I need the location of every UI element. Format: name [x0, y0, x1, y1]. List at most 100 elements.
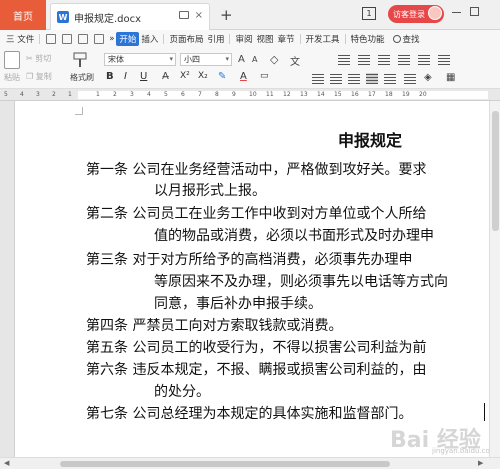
tab-chapter[interactable]: 章节 [276, 33, 297, 45]
highlight-icon[interactable]: ✎ [218, 71, 226, 82]
horizontal-scroll-thumb[interactable] [60, 461, 390, 467]
vertical-scrollbar[interactable] [489, 101, 500, 457]
subscript-icon[interactable]: X₂ [198, 71, 208, 81]
ruler-tick-label: 9 [232, 91, 236, 98]
paragraph-line[interactable]: 第六条 违反本规定，不报、瞒报或损害公司利益的，由 [86, 360, 426, 380]
minimize-icon[interactable] [452, 12, 461, 13]
new-doc-icon[interactable] [46, 33, 57, 44]
line-spacing-icon[interactable] [404, 73, 416, 83]
paragraph-line[interactable]: 第一条 公司在业务经营活动中，严格做到攻好关。要求 [86, 160, 426, 180]
new-tab-button[interactable]: + [220, 6, 233, 24]
justify-icon[interactable] [366, 73, 378, 83]
shrink-font-button[interactable]: A [252, 55, 257, 64]
file-menu[interactable]: 三 文件 [4, 33, 36, 45]
tab-references[interactable]: 引用 [205, 33, 226, 45]
save-icon[interactable] [78, 33, 89, 44]
paragraph-line[interactable]: 的处分。 [154, 382, 210, 402]
ruler-tick-label: 19 [402, 91, 410, 98]
paragraph-line[interactable]: 等原因来不及办理，则必须事先以电话等方式向 [154, 272, 448, 292]
superscript-icon[interactable]: X² [180, 71, 190, 81]
align-center-icon[interactable] [330, 73, 342, 83]
scroll-right-icon[interactable]: ▶ [478, 459, 483, 467]
document-title[interactable]: 申报规定 [338, 127, 402, 151]
ruler-tick-label: 1 [96, 91, 100, 98]
word-doc-icon: W [57, 11, 69, 23]
page-indicator[interactable]: 1 [362, 7, 376, 20]
paragraph-line[interactable]: 值的物品或消费，必须以书面形式及时办理申 [154, 226, 434, 246]
paragraph-line[interactable]: 第五条 公司员工的收受行为，不得以损害公司利益为前 [86, 338, 426, 358]
font-size-select[interactable]: 小四 ▾ [180, 53, 232, 66]
font-name-select[interactable]: 宋体 ▾ [104, 53, 176, 66]
paste-label[interactable]: 粘贴 [4, 72, 20, 83]
avatar[interactable] [428, 6, 442, 20]
strikethrough-icon[interactable]: A̶ [162, 71, 169, 82]
menu-divider [39, 33, 41, 44]
font-color-button[interactable]: A [240, 71, 247, 82]
paste-icon[interactable] [4, 51, 20, 69]
scroll-left-icon[interactable]: ◀ [4, 459, 9, 467]
font-name-value: 宋体 [108, 55, 124, 64]
search-label: 查找 [402, 34, 420, 45]
paragraph-line[interactable]: 同意，事后补办申报手续。 [154, 294, 322, 314]
ruler-tick-label: 5 [164, 91, 168, 98]
grow-font-button[interactable]: A [238, 54, 245, 65]
home-tab[interactable]: 首页 [0, 0, 46, 30]
align-left-icon[interactable] [312, 73, 324, 83]
show-marks-icon[interactable] [438, 54, 450, 64]
paragraph-line[interactable]: 第三条 对于对方所给予的高档消费，必须事先办理申 [86, 250, 412, 270]
ruler-tick-label: 14 [317, 91, 325, 98]
ruler[interactable]: 5 4 3 2 1 1 2 3 4 5 6 7 8 9 10 11 12 13 … [0, 89, 500, 101]
chevron-down-icon: ▾ [225, 55, 229, 63]
char-shading-icon[interactable]: ▭ [260, 71, 269, 81]
tab-insert[interactable]: 插入 [139, 33, 160, 45]
menu-divider [229, 33, 231, 44]
align-right-icon[interactable] [348, 73, 360, 83]
ruler-tick-label: 15 [334, 91, 342, 98]
monitor-icon[interactable] [179, 11, 189, 19]
italic-button[interactable]: I [124, 71, 127, 82]
paragraph-line[interactable]: 第二条 公司员工在业务工作中收到对方单位或个人所给 [86, 204, 426, 224]
borders-icon[interactable]: ▦ [446, 72, 455, 83]
overflow-menu[interactable]: » [107, 34, 116, 44]
menu-bar: 三 文件 » 开始 插入 页面布局 引用 审阅 视图 章节 开发工具 特色功能 … [0, 30, 500, 47]
chevron-down-icon: ▾ [169, 55, 173, 63]
increase-indent-icon[interactable] [398, 54, 410, 64]
paragraph-line[interactable]: 第四条 严禁员工向对方索取钱款或消费。 [86, 316, 342, 336]
open-icon[interactable] [62, 33, 73, 44]
clear-format-button[interactable]: ◇ [270, 53, 278, 66]
title-bar: 首页 W 申报规定.docx × + 1 访客登录 [0, 0, 500, 30]
search-box[interactable]: 查找 [392, 33, 420, 45]
paragraph-line[interactable]: 第七条 公司总经理为本规定的具体实施和监督部门。 [86, 404, 412, 424]
tab-review[interactable]: 审阅 [233, 33, 254, 45]
format-painter-label[interactable]: 格式刷 [70, 72, 94, 83]
document-tab[interactable]: W 申报规定.docx × [50, 3, 210, 30]
format-painter-icon[interactable] [72, 51, 88, 69]
ruler-tick-label: 3 [130, 91, 134, 98]
print-icon[interactable] [94, 33, 105, 44]
decrease-indent-icon[interactable] [378, 54, 390, 64]
bold-button[interactable]: B [106, 71, 114, 82]
tab-page-layout[interactable]: 页面布局 [167, 33, 205, 45]
tab-developer[interactable]: 开发工具 [304, 33, 342, 45]
horizontal-scrollbar[interactable]: ◀ ▶ [0, 457, 500, 469]
shading-icon[interactable]: ◈ [424, 72, 432, 83]
maximize-icon[interactable] [470, 7, 479, 16]
ruler-tick-label: 11 [266, 91, 274, 98]
tab-features[interactable]: 特色功能 [349, 33, 387, 45]
tab-home[interactable]: 开始 [116, 31, 140, 46]
distributed-icon[interactable] [384, 73, 396, 83]
bullet-list-icon[interactable] [338, 54, 350, 64]
ruler-tick-label: 20 [419, 91, 427, 98]
underline-button[interactable]: U [140, 71, 147, 82]
tab-view[interactable]: 视图 [254, 33, 275, 45]
numbered-list-icon[interactable] [358, 54, 370, 64]
copy-button[interactable]: ❐ 复制 [26, 71, 52, 82]
paragraph-line[interactable]: 以月报形式上报。 [154, 181, 266, 201]
cut-button[interactable]: ✂ 剪切 [26, 53, 51, 64]
sort-icon[interactable] [418, 54, 430, 64]
close-tab-icon[interactable]: × [195, 10, 203, 21]
ruler-tick-label: 1 [68, 91, 72, 98]
pinyin-button[interactable]: 文 [290, 53, 300, 68]
vertical-scroll-thumb[interactable] [492, 111, 499, 231]
margin-mark [75, 107, 83, 115]
